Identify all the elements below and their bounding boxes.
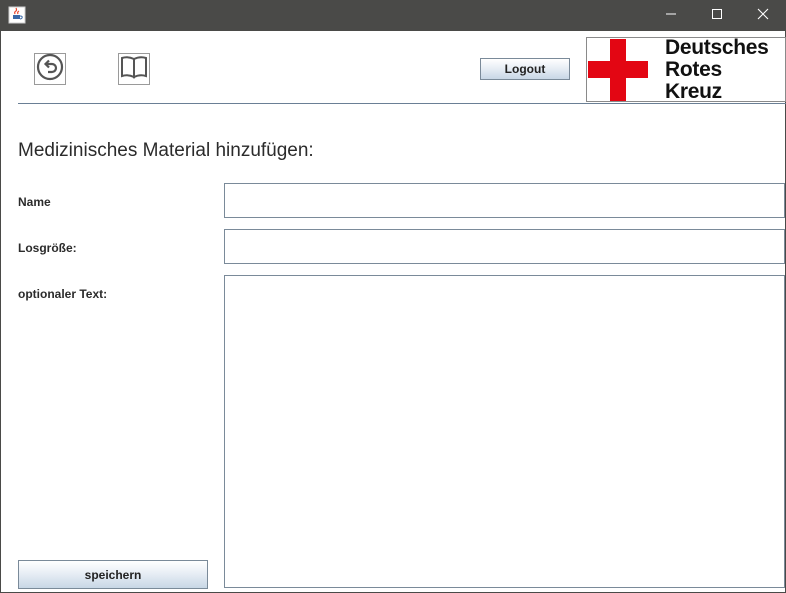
header-divider — [18, 103, 786, 104]
minimize-button[interactable] — [648, 0, 694, 31]
manual-button[interactable] — [118, 53, 150, 85]
maximize-icon — [711, 7, 723, 25]
name-label: Name — [18, 195, 51, 209]
undo-arrow-icon — [36, 53, 64, 86]
optional-text-label: optionaler Text: — [18, 287, 108, 301]
back-button[interactable] — [34, 53, 66, 85]
maximize-button[interactable] — [694, 0, 740, 31]
page-title: Medizinisches Material hinzufügen: — [18, 140, 314, 161]
logo-line-2: Rotes — [665, 58, 722, 81]
close-icon — [757, 7, 769, 25]
main-panel: Logout Deutsches Rotes Kreuz Medizinisch… — [0, 31, 786, 593]
lot-size-label: Losgröße: — [18, 241, 77, 255]
logo-line-3: Kreuz — [665, 80, 722, 103]
logout-button[interactable]: Logout — [480, 58, 570, 80]
minimize-icon — [665, 7, 677, 25]
logo-line-1: Deutsches — [665, 36, 769, 59]
close-button[interactable] — [740, 0, 786, 31]
java-coffee-cup-icon — [8, 6, 26, 24]
open-book-icon — [120, 55, 148, 84]
logo-wordmark: Deutsches Rotes Kreuz — [665, 37, 786, 103]
optional-text-area[interactable] — [224, 275, 785, 588]
drk-logo: Deutsches Rotes Kreuz — [586, 37, 786, 103]
save-button[interactable]: speichern — [18, 560, 208, 589]
lot-size-field[interactable] — [224, 229, 785, 264]
title-bar — [0, 0, 786, 31]
name-field[interactable] — [224, 183, 785, 218]
